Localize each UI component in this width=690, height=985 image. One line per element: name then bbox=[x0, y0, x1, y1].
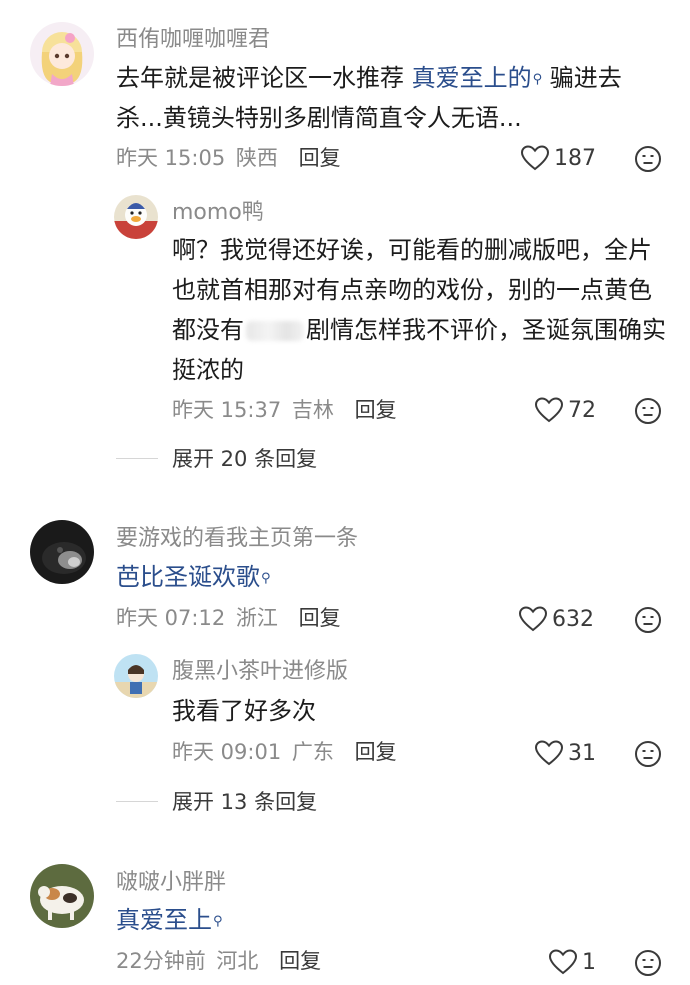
dislike-face-icon bbox=[635, 950, 661, 976]
search-icon[interactable]: ⚲ bbox=[213, 914, 223, 929]
like-count: 187 bbox=[554, 145, 596, 171]
dislike-face-icon bbox=[635, 741, 661, 767]
comment-text-line: 我看了好多次 bbox=[172, 697, 316, 725]
like-button[interactable]: 31 bbox=[534, 738, 596, 768]
comment-time: 昨天 07:12 bbox=[116, 606, 226, 630]
dislike-button[interactable] bbox=[634, 949, 662, 977]
dislike-face-icon bbox=[635, 607, 661, 633]
reply-button[interactable]: 回复 bbox=[355, 740, 397, 764]
comment-username[interactable]: 要游戏的看我主页第一条 bbox=[116, 525, 358, 553]
like-button[interactable]: 632 bbox=[518, 604, 594, 634]
like-button[interactable]: 187 bbox=[520, 143, 596, 173]
comment-meta: 22分钟前 河北 回复 bbox=[116, 946, 321, 976]
dislike-face-icon bbox=[635, 398, 661, 424]
comment-location: 陕西 bbox=[235, 146, 278, 170]
comment-username[interactable]: 西侑咖喱咖喱君 bbox=[116, 26, 270, 54]
expand-replies-label[interactable]: 展开 20 条回复 bbox=[172, 443, 317, 473]
comment-meta: 昨天 07:12 浙江 回复 bbox=[116, 603, 341, 633]
reply-button[interactable]: 回复 bbox=[279, 949, 321, 973]
comment-text-segment: 都没有 bbox=[172, 316, 244, 344]
search-link-label[interactable]: 芭比圣诞欢歌 bbox=[116, 563, 260, 591]
reply-button[interactable]: 回复 bbox=[299, 606, 341, 630]
like-count: 31 bbox=[568, 740, 596, 766]
avatar[interactable] bbox=[114, 654, 158, 698]
divider bbox=[116, 457, 158, 459]
comment-time: 22分钟前 bbox=[116, 949, 206, 973]
heart-outline-icon bbox=[534, 740, 564, 766]
search-link[interactable]: 真爱至上⚲ bbox=[116, 906, 223, 934]
comment-text: 真爱至上⚲ bbox=[116, 900, 223, 940]
search-icon[interactable]: ⚲ bbox=[261, 571, 271, 586]
like-count: 72 bbox=[568, 397, 596, 423]
comment-text-segment: 去年就是被评论区一水推荐 bbox=[116, 64, 412, 92]
reply-button[interactable]: 回复 bbox=[355, 398, 397, 422]
comment-text-segment: 骗进去 bbox=[542, 64, 622, 92]
like-count: 632 bbox=[552, 606, 594, 632]
comment-username[interactable]: 啵啵小胖胖 bbox=[116, 869, 226, 897]
like-button[interactable]: 72 bbox=[534, 395, 596, 425]
heart-outline-icon bbox=[518, 606, 548, 632]
avatar[interactable] bbox=[30, 520, 94, 584]
comment-meta: 昨天 09:01 广东 回复 bbox=[172, 737, 397, 767]
comment-location: 广东 bbox=[291, 740, 334, 764]
expand-replies-button[interactable]: 展开 20 条回复 bbox=[116, 443, 317, 473]
like-count: 1 bbox=[582, 949, 596, 975]
expand-replies-button[interactable]: 展开 13 条回复 bbox=[116, 786, 317, 816]
heart-outline-icon bbox=[534, 397, 564, 423]
comment-text-line: 也就首相那对有点亲吻的戏份，别的一点黄色 bbox=[172, 276, 652, 304]
comment-location: 河北 bbox=[216, 949, 259, 973]
search-link[interactable]: 真爱至上的⚲ bbox=[412, 64, 543, 92]
comment-username[interactable]: momo鸭 bbox=[172, 199, 264, 227]
expand-replies-label[interactable]: 展开 13 条回复 bbox=[172, 786, 317, 816]
comment-text-line: 啊？我觉得还好诶，可能看的删减版吧，全片 bbox=[172, 236, 652, 264]
comment-location: 浙江 bbox=[235, 606, 278, 630]
comment-text-line: 挺浓的 bbox=[172, 356, 244, 384]
heart-outline-icon bbox=[548, 949, 578, 975]
dislike-button[interactable] bbox=[634, 145, 662, 173]
comment-text: 芭比圣诞欢歌⚲ bbox=[116, 557, 271, 597]
comment-text: 我看了好多次 bbox=[172, 691, 316, 731]
comment-time: 昨天 09:01 bbox=[172, 740, 282, 764]
like-button[interactable]: 1 bbox=[548, 947, 596, 977]
comment-text-line: 杀...黄镜头特别多剧情简直令人无语... bbox=[116, 104, 522, 132]
comment-time: 昨天 15:37 bbox=[172, 398, 282, 422]
dislike-button[interactable] bbox=[634, 397, 662, 425]
comment-text-segment: 剧情怎样我不评价，圣诞氛围确实 bbox=[306, 316, 666, 344]
comment-username[interactable]: 腹黑小茶叶进修版 bbox=[172, 658, 348, 686]
avatar[interactable] bbox=[30, 22, 94, 86]
comment-text: 啊？我觉得还好诶，可能看的删减版吧，全片 也就首相那对有点亲吻的戏份，别的一点黄… bbox=[172, 230, 666, 390]
search-link[interactable]: 芭比圣诞欢歌⚲ bbox=[116, 563, 271, 591]
blurred-text bbox=[246, 321, 304, 341]
comment-text: 去年就是被评论区一水推荐 真爱至上的⚲ 骗进去 杀...黄镜头特别多剧情简直令人… bbox=[116, 58, 622, 138]
comment-meta: 昨天 15:05 陕西 回复 bbox=[116, 143, 341, 173]
search-link-label[interactable]: 真爱至上 bbox=[116, 906, 212, 934]
comment-meta: 昨天 15:37 吉林 回复 bbox=[172, 395, 397, 425]
comment-time: 昨天 15:05 bbox=[116, 146, 226, 170]
dislike-face-icon bbox=[635, 146, 661, 172]
search-icon[interactable]: ⚲ bbox=[533, 72, 543, 87]
dislike-button[interactable] bbox=[634, 606, 662, 634]
divider bbox=[116, 800, 158, 802]
search-link-label[interactable]: 真爱至上的 bbox=[412, 64, 532, 92]
reply-button[interactable]: 回复 bbox=[299, 146, 341, 170]
heart-outline-icon bbox=[520, 145, 550, 171]
comment-location: 吉林 bbox=[291, 398, 334, 422]
avatar[interactable] bbox=[30, 864, 94, 928]
avatar[interactable] bbox=[114, 195, 158, 239]
dislike-button[interactable] bbox=[634, 740, 662, 768]
